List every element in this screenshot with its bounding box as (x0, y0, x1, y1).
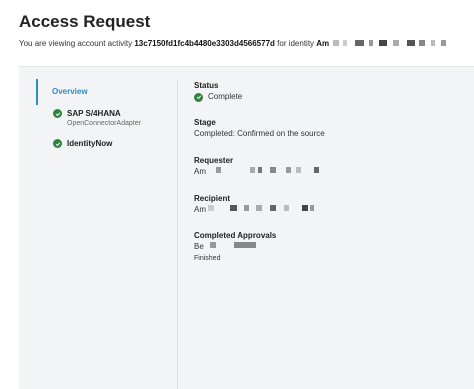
nav-item-name: SAP S/4HANA (67, 109, 121, 118)
approvals-label: Completed Approvals (194, 231, 277, 240)
check-circle-icon (53, 109, 62, 118)
subtitle-mid: for identity (277, 39, 315, 49)
redacted-approver (204, 241, 264, 253)
nav-overview[interactable]: Overview (36, 79, 88, 105)
column-divider (177, 79, 178, 389)
approver-row: Be (194, 241, 276, 253)
check-circle-icon (53, 139, 62, 148)
stage-value: Completed: Confirmed on the source (194, 129, 325, 138)
approval-state: Finished (194, 255, 221, 262)
status-label: Status (194, 81, 219, 90)
recipient-value-row: Am (194, 204, 324, 216)
requester-label: Requester (194, 156, 234, 165)
recipient-value: Am (194, 205, 206, 214)
status-value: Complete (208, 92, 243, 101)
page-subtitle: You are viewing account activity 13c7150… (19, 39, 449, 49)
nav-item-sap[interactable]: SAP S/4HANA OpenConnectorAdapter (53, 109, 141, 129)
nav-item-sub: OpenConnectorAdapter (67, 120, 141, 127)
approvals-section: Completed Approvals Be Finished (194, 230, 276, 264)
identity-name: Am (316, 39, 330, 49)
activity-id: 13c7150fd1fc4b4480e3303d4566577d (134, 39, 275, 49)
subtitle-prefix: You are viewing account activity (19, 39, 133, 49)
stage-section: Stage Completed: Confirmed on the source (194, 117, 325, 140)
status-section: Status Complete (194, 80, 242, 103)
check-circle-icon (194, 92, 203, 102)
recipient-section: Recipient Am (194, 193, 324, 216)
status-value-row: Complete (194, 91, 242, 103)
redacted-recipient (206, 204, 324, 216)
request-panel: Overview SAP S/4HANA OpenConnectorAdapte… (19, 66, 474, 389)
redacted-requester (206, 166, 324, 178)
recipient-label: Recipient (194, 194, 231, 203)
stage-label: Stage (194, 118, 216, 127)
approver-value: Be (194, 242, 204, 251)
redacted-identity (331, 39, 449, 49)
requester-value-row: Am (194, 166, 324, 178)
page-title: Access Request (19, 12, 151, 31)
nav-item-identitynow[interactable]: IdentityNow (53, 139, 112, 149)
nav-item-name: IdentityNow (67, 139, 113, 148)
requester-section: Requester Am (194, 155, 324, 178)
requester-value: Am (194, 167, 206, 176)
